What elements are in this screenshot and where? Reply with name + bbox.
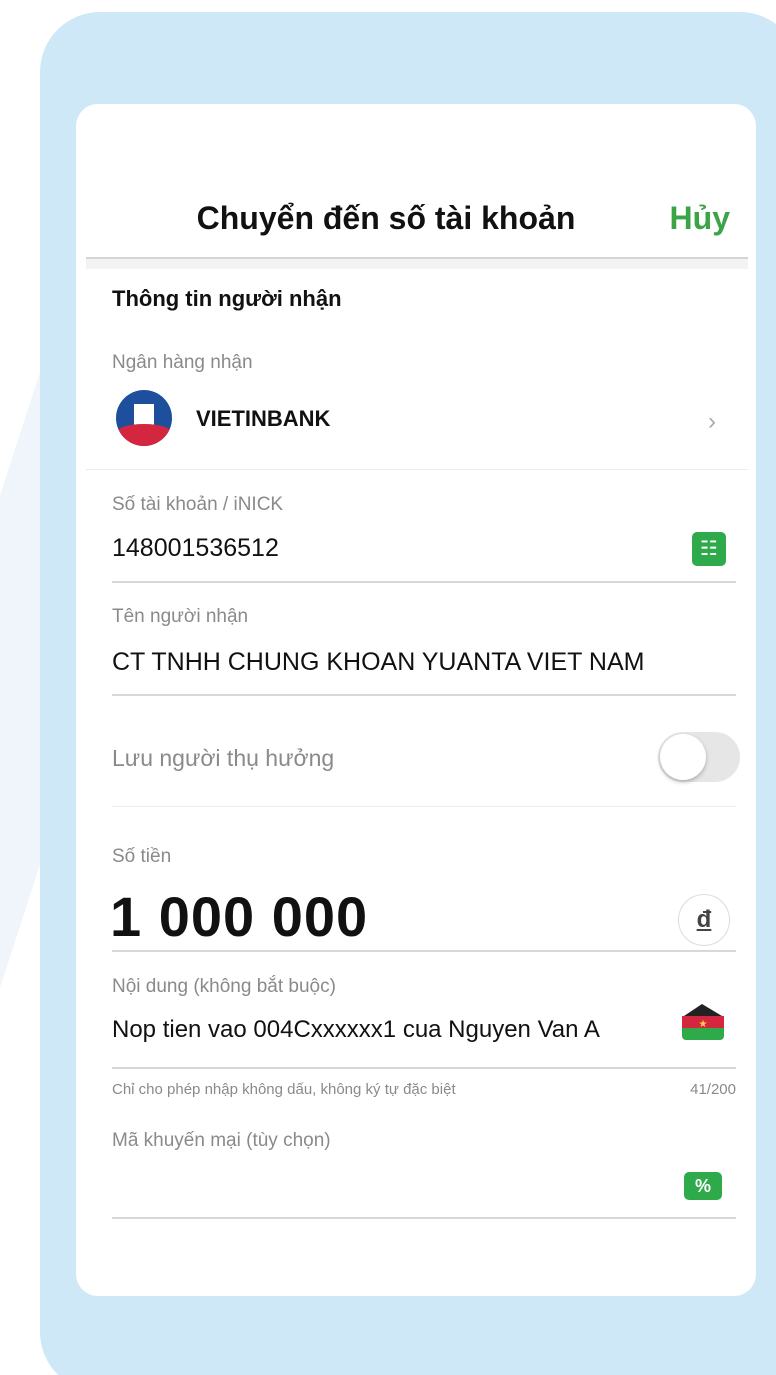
name-underline [112, 694, 736, 696]
bank-name: VIETINBANK [196, 406, 331, 431]
account-input[interactable]: 148001536512 [112, 534, 279, 563]
svg-text:★: ★ [699, 1019, 708, 1030]
content-hint: Chỉ cho phép nhập không dấu, không ký tự… [112, 1081, 456, 1098]
page-title: Chuyển đến số tài khoản [196, 200, 576, 236]
vietinbank-logo [116, 390, 172, 446]
amount-underline [112, 950, 736, 952]
currency-button[interactable]: đ [678, 894, 730, 946]
bank-label: Ngân hàng nhận [112, 352, 253, 373]
promo-underline [112, 1217, 736, 1219]
percent-ticket-icon[interactable]: % [684, 1172, 722, 1200]
header-shadow [86, 259, 748, 269]
cancel-button[interactable]: Hủy [670, 200, 730, 237]
save-beneficiary-label: Lưu người thụ hưởng [112, 745, 335, 771]
amount-label: Số tiền [112, 846, 172, 867]
content-underline [112, 1067, 736, 1069]
recipient-name-label: Tên người nhận [112, 606, 249, 627]
wallet-icon[interactable]: ★ [680, 1002, 726, 1042]
transfer-card: Chuyển đến số tài khoản Hủy Thông tin ng… [76, 104, 756, 1296]
amount-input[interactable]: 1 000 000 [110, 884, 368, 949]
save-beneficiary-toggle[interactable] [658, 732, 740, 782]
content-label: Nội dung (không bắt buộc) [112, 976, 336, 997]
account-label: Số tài khoản / iNICK [112, 494, 284, 515]
promo-label: Mã khuyến mại (tùy chọn) [112, 1130, 331, 1151]
account-underline [112, 581, 736, 583]
divider [112, 806, 736, 807]
section-title: Thông tin người nhận [112, 286, 342, 311]
bank-selector[interactable]: VIETINBANK › [76, 382, 756, 462]
chevron-right-icon: › [708, 408, 716, 435]
content-input[interactable]: Nop tien vao 004Cxxxxxx1 cua Nguyen Van … [112, 1016, 600, 1044]
recipient-name-value: CT TNHH CHUNG KHOAN YUANTA VIET NAM [112, 648, 645, 676]
content-counter: 41/200 [690, 1081, 736, 1098]
header: Chuyển đến số tài khoản Hủy [76, 104, 756, 269]
divider [86, 469, 748, 470]
toggle-knob [660, 734, 706, 780]
contact-book-icon[interactable]: ☷ [692, 532, 726, 566]
